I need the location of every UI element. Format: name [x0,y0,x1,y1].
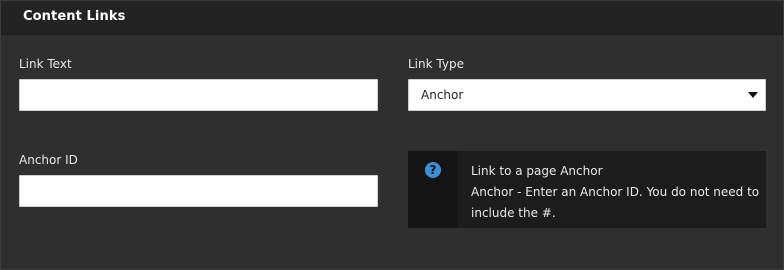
link-type-select[interactable]: Anchor [408,79,766,111]
panel-header: Content Links [1,1,783,35]
help-text: Link to a page Anchor Anchor - Enter an … [471,161,761,224]
link-text-label: Link Text [19,57,72,71]
question-circle-icon: ? [425,162,441,178]
link-type-label: Link Type [408,57,464,71]
panel-title: Content Links [23,9,126,24]
link-text-input[interactable] [19,79,378,111]
chevron-down-icon [748,92,758,98]
help-icon-column: ? [408,151,458,228]
help-box: ? Link to a page Anchor Anchor - Enter a… [408,151,766,228]
content-links-panel: Content Links Link Text Link Type Anchor… [0,0,784,270]
help-line-1: Link to a page Anchor [471,164,603,178]
link-type-selected-value: Anchor [421,88,464,102]
help-line-2: Anchor - Enter an Anchor ID. You do not … [471,185,760,220]
anchor-id-input[interactable] [19,175,378,207]
anchor-id-label: Anchor ID [19,153,78,167]
